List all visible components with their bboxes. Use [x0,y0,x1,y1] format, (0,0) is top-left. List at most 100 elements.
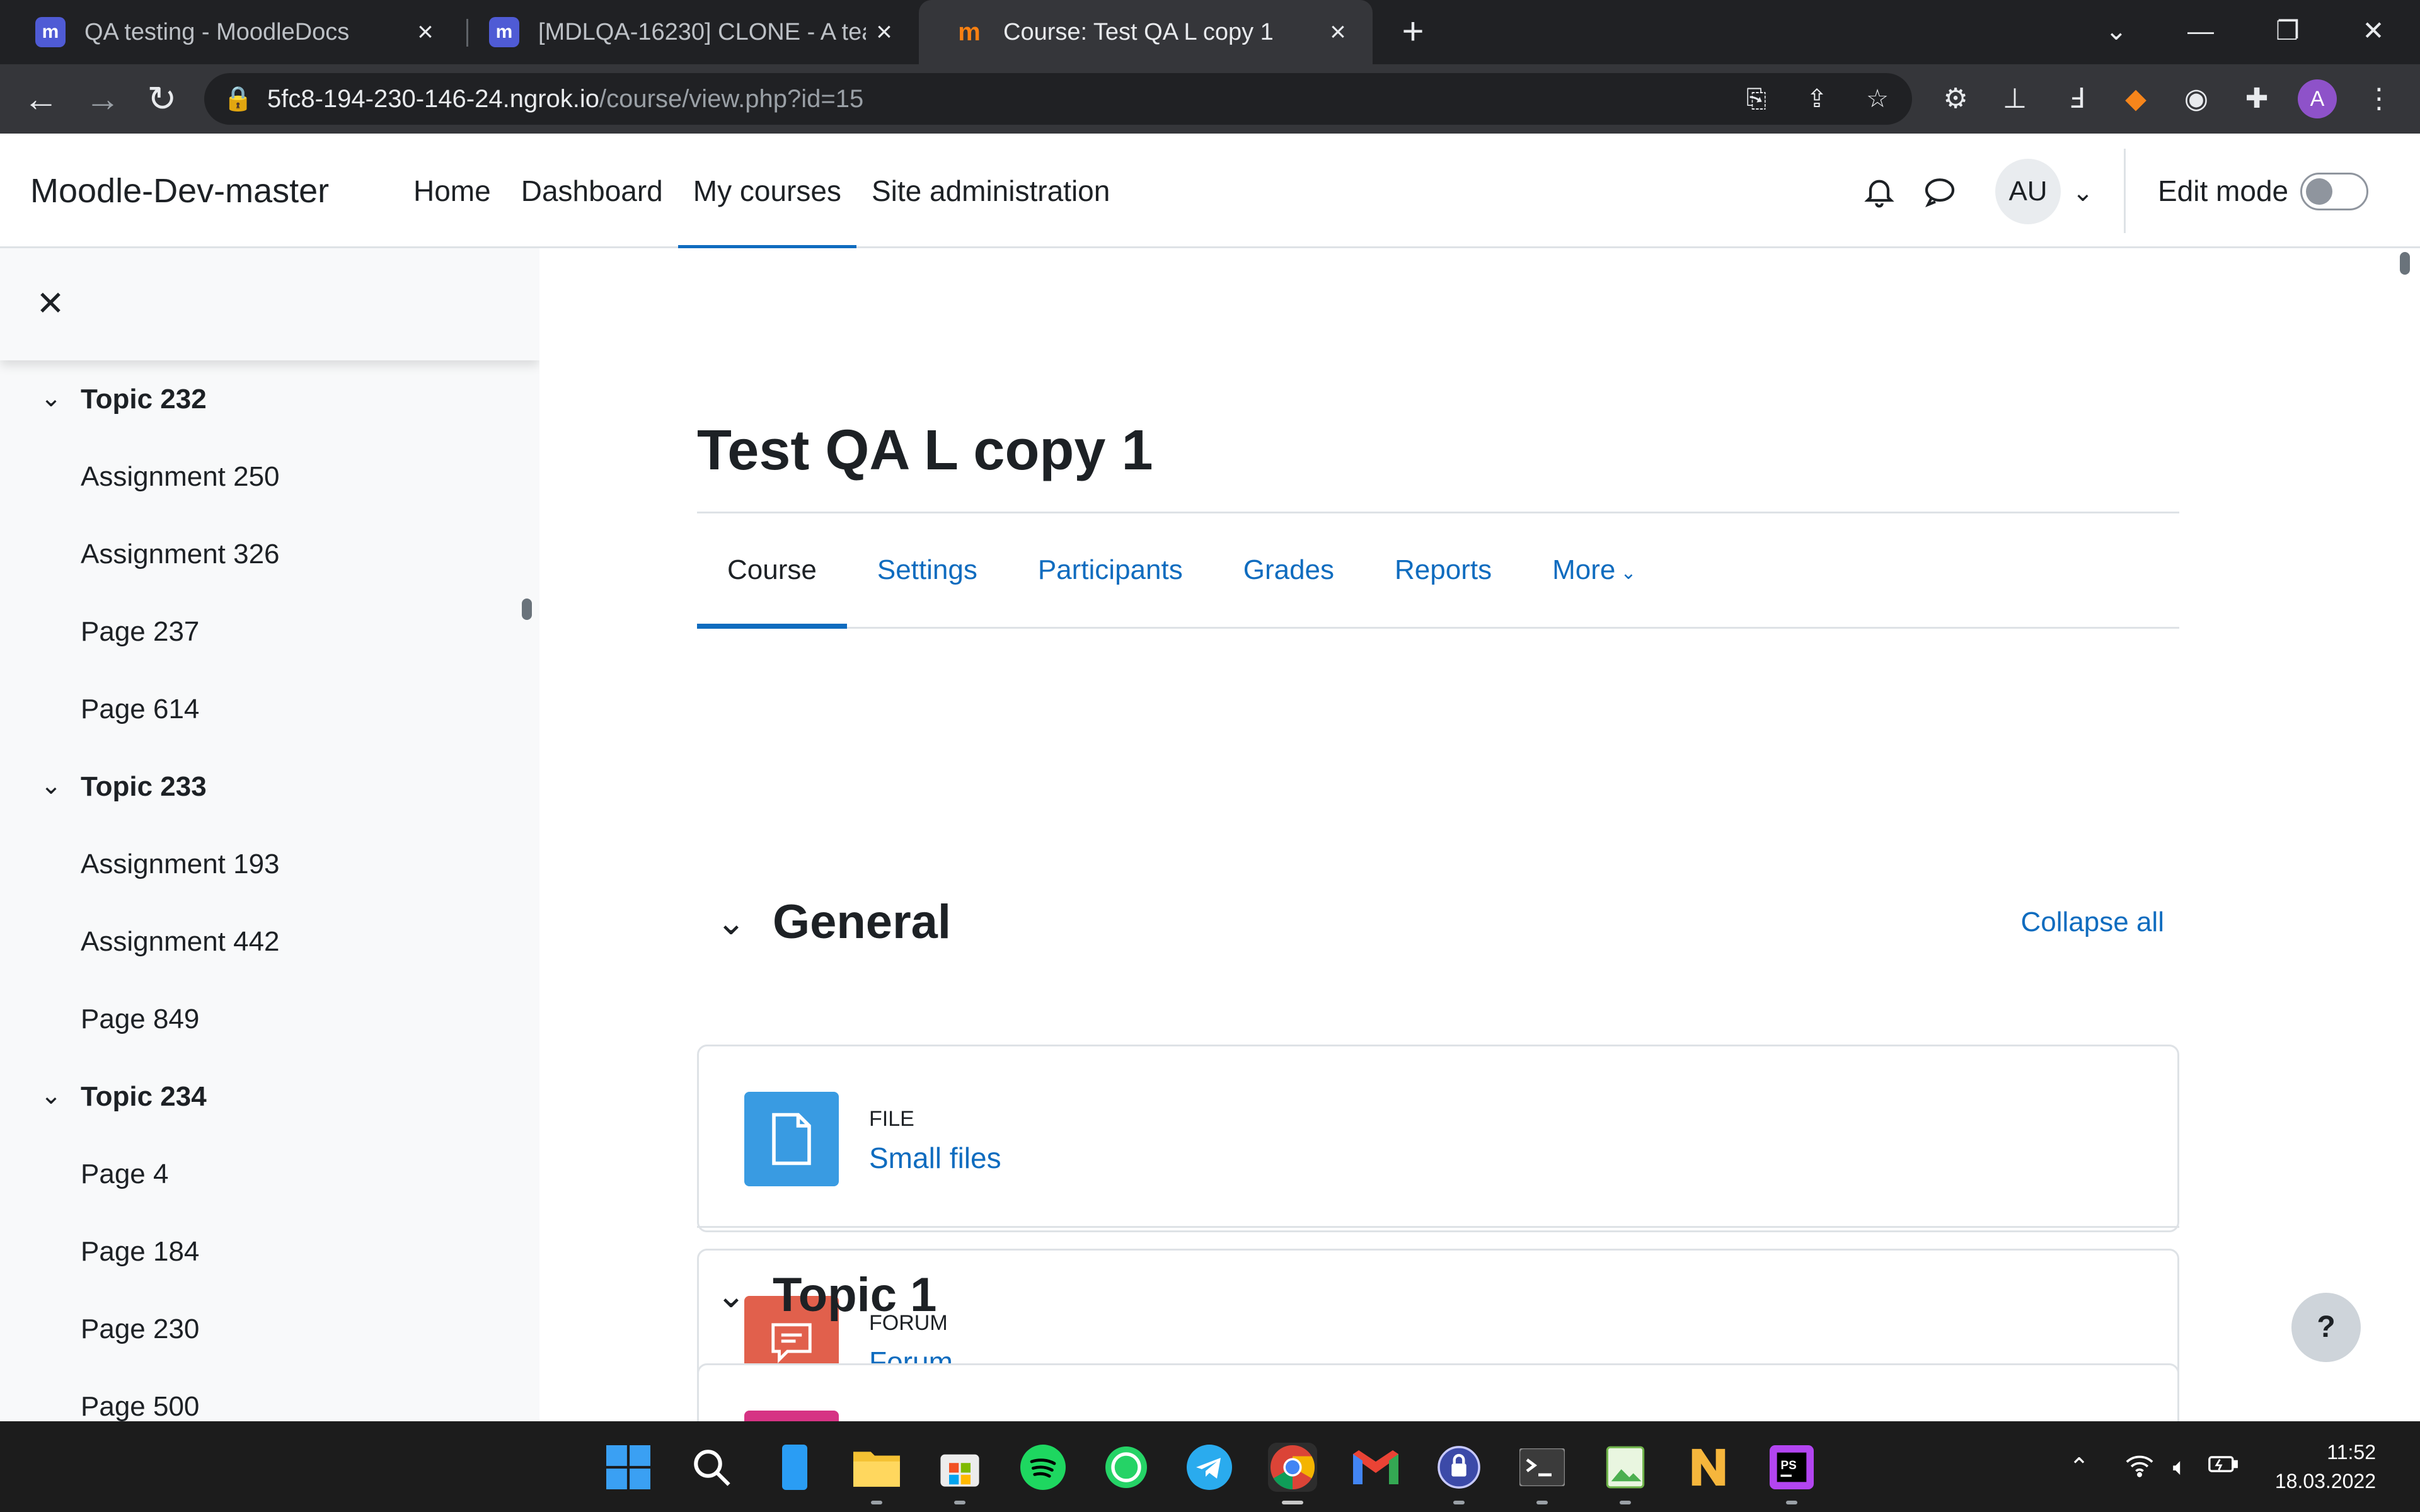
tab-grades[interactable]: Grades [1213,513,1364,627]
browser-tab-course[interactable]: m Course: Test QA L copy 1 × [919,0,1373,64]
tab-reports[interactable]: Reports [1364,513,1522,627]
minimize-icon[interactable]: — [2175,9,2226,53]
new-tab-icon[interactable]: + [1394,13,1432,52]
extension-circle-icon[interactable]: ◉ [2177,79,2216,118]
user-avatar[interactable]: AU [1995,159,2061,224]
course-index-item[interactable]: Page 500 [0,1368,539,1421]
nav-my-courses[interactable]: My courses [677,134,857,250]
wifi-icon[interactable] [2125,1453,2154,1482]
clock-date: 18.03.2022 [2274,1470,2376,1492]
widgets-icon[interactable] [770,1443,819,1492]
close-drawer-icon[interactable]: ✕ [32,285,69,323]
course-index-section[interactable]: ⌄ Topic 232 [0,360,539,438]
main-content: Test QA L copy 1 Course Settings Partici… [539,248,2395,1421]
collapse-chevron-icon[interactable]: ⌄ [35,767,67,805]
assignment-icon[interactable] [744,1411,839,1421]
course-index-item[interactable]: Assignment 193 [0,825,539,903]
restore-icon[interactable]: ❐ [2262,9,2313,53]
tab-close-icon[interactable]: × [410,16,441,48]
notion-icon[interactable] [1684,1443,1733,1492]
address-bar[interactable]: 🔒 5fc8-194-230-146-24.ngrok.io/course/vi… [204,73,1912,125]
extension-lt-icon[interactable]: Ⅎ [2057,79,2096,118]
spotify-icon[interactable] [1018,1443,1068,1492]
activity-assignment [697,1363,2179,1421]
search-icon[interactable] [687,1443,736,1492]
drawer-scrollbar[interactable] [522,598,532,620]
messages-icon[interactable] [1921,174,1959,212]
gmail-icon[interactable] [1351,1443,1400,1492]
browser-tabstrip: m QA testing - MoodleDocs × m [MDLQA-162… [0,0,2420,64]
browser-tab-mdlqa[interactable]: m [MDLQA-16230] CLONE - A teacher can × [454,0,919,64]
keepass-icon[interactable] [1434,1443,1484,1504]
whatsapp-icon[interactable] [1102,1443,1151,1492]
activity-link[interactable]: Small files [869,1141,1001,1175]
course-index-item[interactable]: Page 230 [0,1290,539,1368]
system-clock[interactable]: 11:52 18.03.2022 [2275,1438,2376,1496]
tab-participants[interactable]: Participants [1008,513,1213,627]
collapse-chevron-icon[interactable]: ⌄ [35,379,67,417]
course-index-item[interactable]: Page 4 [0,1135,539,1213]
collapse-all-link[interactable]: Collapse all [2021,885,2164,960]
course-index-section[interactable]: ⌄ Topic 233 [0,748,539,825]
tab-course[interactable]: Course [697,513,847,629]
extension-stamp-icon[interactable]: ⊥ [1995,79,2034,118]
course-index-label: Assignment 193 [81,849,280,879]
translate-icon[interactable]: ⎘ [1741,83,1772,115]
window-close-icon[interactable]: ✕ [2348,9,2399,53]
file-explorer-icon[interactable] [852,1443,901,1504]
store-icon[interactable] [935,1443,984,1504]
bookmark-star-icon[interactable]: ☆ [1862,83,1893,115]
browser-tab-qa-testing[interactable]: m QA testing - MoodleDocs × [0,0,460,64]
tab-close-icon[interactable]: × [868,16,900,48]
site-brand[interactable]: Moodle-Dev-master [30,134,329,248]
page-scrollbar[interactable] [2400,252,2410,275]
share-icon[interactable]: ⇪ [1801,83,1833,115]
section-title: Topic 1 [773,1268,937,1322]
back-icon[interactable]: ← [21,79,60,118]
nav-home[interactable]: Home [398,134,506,248]
forward-icon[interactable]: → [83,79,122,118]
course-index-item[interactable]: Page 237 [0,593,539,670]
battery-icon[interactable] [2208,1453,2238,1482]
lock-icon[interactable]: 🔒 [223,84,253,113]
tab-close-icon[interactable]: × [1322,16,1354,48]
notification-bell-icon[interactable] [1860,174,1898,212]
course-index-list: ⌄ Topic 232 Assignment 250 Assignment 326 Pa… [0,360,539,1421]
collapse-chevron-icon[interactable]: ⌄ [710,901,752,944]
nav-site-administration[interactable]: Site administration [856,134,1125,248]
image-viewer-icon[interactable] [1601,1443,1650,1504]
volume-icon[interactable]: 🔈︎ [2165,1453,2194,1482]
tab-more[interactable]: More ⌄ [1522,513,1666,627]
tab-settings[interactable]: Settings [847,513,1008,627]
drawer-header: ✕ [0,248,539,360]
course-index-item[interactable]: Assignment 250 [0,438,539,515]
course-index-item[interactable]: Assignment 326 [0,515,539,593]
course-index-section[interactable]: ⌄ Topic 234 [0,1058,539,1135]
course-index-item[interactable]: Page 849 [0,980,539,1058]
course-index-item[interactable]: Assignment 442 [0,903,539,980]
collapse-chevron-icon[interactable]: ⌄ [35,1077,67,1114]
collapse-chevron-icon[interactable]: ⌄ [710,1274,752,1317]
help-button[interactable]: ? [2291,1293,2361,1362]
terminal-icon[interactable] [1518,1443,1567,1504]
phpstorm-icon[interactable]: PS [1767,1443,1816,1504]
chrome-menu-icon[interactable]: ⋮ [2360,79,2399,118]
start-icon[interactable] [604,1443,653,1492]
tab-search-chevron-icon[interactable]: ⌄ [2091,9,2141,53]
tray-overflow-chevron-icon[interactable]: ⌃ [2065,1453,2094,1482]
file-icon[interactable] [744,1092,839,1186]
metamask-fox-icon[interactable]: ◆ [2116,79,2155,118]
telegram-icon[interactable] [1185,1443,1234,1492]
course-index-item[interactable]: Page 614 [0,670,539,748]
extension-gear-icon[interactable]: ⚙ [1936,79,1975,118]
chrome-icon[interactable] [1268,1443,1317,1504]
edit-mode-toggle[interactable] [2300,173,2368,210]
url-text[interactable]: 5fc8-194-230-146-24.ngrok.io/course/view… [267,73,863,125]
extensions-puzzle-icon[interactable]: ✚ [2237,79,2276,118]
course-index-item[interactable]: Page 184 [0,1213,539,1290]
reload-icon[interactable]: ↻ [142,79,182,118]
profile-avatar[interactable]: A [2298,79,2337,118]
chevron-down-icon[interactable]: ⌄ [2067,174,2099,212]
nav-dashboard[interactable]: Dashboard [506,134,678,248]
primary-navigation: Home Dashboard My courses Site administr… [398,134,1125,250]
